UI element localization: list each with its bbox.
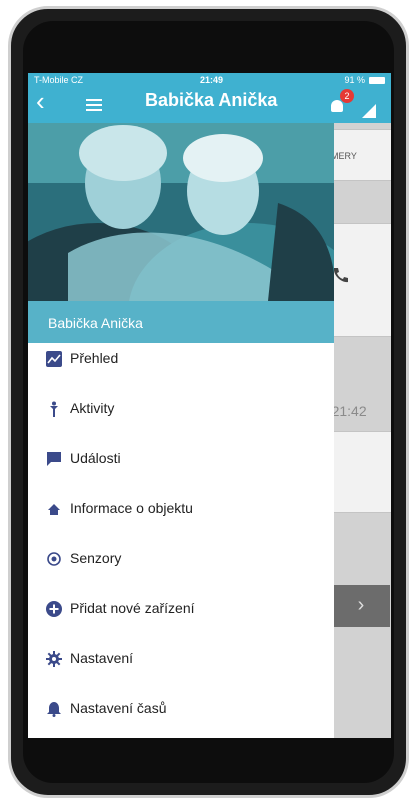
navigation-drawer: Babička Anička Přehled Aktivity Události — [28, 123, 334, 738]
app-bar: T-Mobile CZ 21:49 91 % ‹ Babička Anička … — [28, 73, 391, 123]
nav-item-label: Nastavení — [70, 650, 134, 666]
notification-bell-icon[interactable] — [331, 100, 343, 112]
page-title: Babička Anička — [145, 90, 278, 110]
signal-icon — [362, 104, 376, 118]
hamburger-menu-icon[interactable] — [86, 99, 102, 114]
carrier-label: T-Mobile CZ — [34, 75, 84, 85]
drawer-user-name: Babička Anička — [48, 315, 143, 331]
profile-photo-illustration — [28, 123, 334, 301]
message-icon — [47, 452, 61, 466]
nav-item-label: Události — [70, 450, 121, 466]
nav-item-udalosti[interactable]: Události — [28, 441, 334, 481]
chevron-right-icon: › — [357, 594, 365, 616]
profile-photo — [28, 123, 334, 301]
battery-icon — [369, 77, 385, 84]
bg-next-button[interactable]: › — [332, 585, 390, 627]
sensor-icon — [47, 552, 61, 566]
nav-item-senzory[interactable]: Senzory — [28, 541, 334, 581]
status-bar: T-Mobile CZ 21:49 91 % — [28, 73, 391, 87]
activity-icon — [50, 401, 58, 417]
nav-item-prehled[interactable]: Přehled — [28, 341, 334, 381]
nav-item-label: Nastavení časů — [70, 700, 167, 716]
bell-icon — [47, 702, 61, 717]
drawer-header-name: Babička Anička — [28, 301, 334, 343]
nav-item-nastaveni-casu[interactable]: Nastavení časů — [28, 691, 334, 731]
nav-item-informace-o-objektu[interactable]: Informace o objektu — [28, 491, 334, 531]
nav-item-label: Přehled — [70, 350, 119, 366]
nav-item-label: Informace o objektu — [70, 500, 193, 516]
nav-item-label: Senzory — [70, 550, 122, 566]
nav-item-pridat-nove-zarizeni[interactable]: Přidat nové zařízení — [28, 591, 334, 631]
nav-item-nastaveni[interactable]: Nastavení — [28, 641, 334, 681]
status-time: 21:49 — [200, 75, 224, 85]
battery-percent: 91 % — [344, 75, 365, 85]
nav-item-label: Aktivity — [70, 400, 115, 416]
bg-button-text: MERY — [331, 151, 357, 161]
screen: MERY 2. 21:42 › T-Mobile CZ 21:49 91 % ‹… — [28, 73, 391, 738]
chart-icon — [46, 351, 62, 367]
home-icon — [48, 504, 60, 515]
back-chevron-icon[interactable]: ‹ — [36, 88, 45, 114]
notification-badge: 2 — [340, 89, 354, 103]
nav-item-label: Přidat nové zařízení — [70, 600, 195, 616]
gear-icon — [46, 651, 62, 667]
nav-item-aktivity[interactable]: Aktivity — [28, 391, 334, 431]
plus-circle-icon — [46, 601, 62, 617]
